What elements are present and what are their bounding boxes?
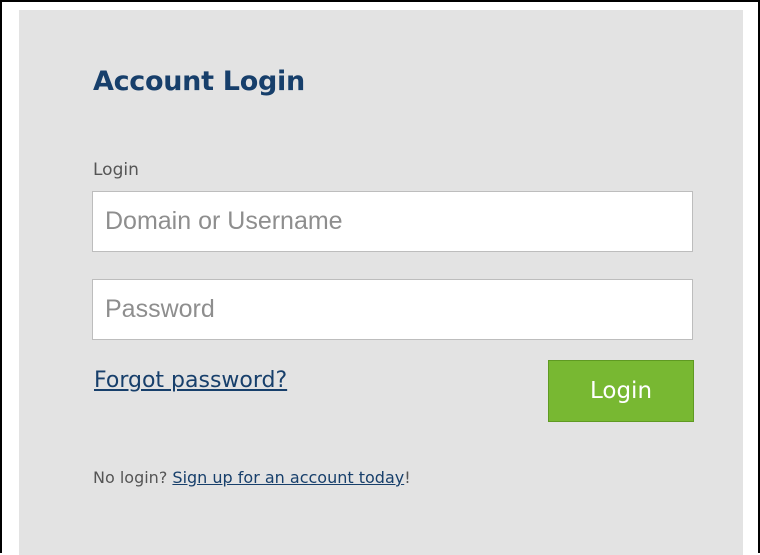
signup-prompt: No login? Sign up for an account today!: [93, 468, 411, 487]
signup-link[interactable]: Sign up for an account today: [172, 468, 404, 487]
login-button[interactable]: Login: [548, 360, 694, 422]
page-frame: Account Login Login Forgot password? Log…: [0, 0, 760, 555]
forgot-password-link[interactable]: Forgot password?: [94, 368, 287, 393]
login-field-label: Login: [93, 160, 139, 180]
password-input[interactable]: [92, 279, 693, 340]
signup-prefix-text: No login?: [93, 468, 173, 487]
page-title: Account Login: [93, 66, 305, 97]
signup-suffix-text: !: [404, 468, 411, 487]
login-panel: Account Login Login Forgot password? Log…: [19, 10, 743, 555]
username-input[interactable]: [92, 191, 693, 252]
